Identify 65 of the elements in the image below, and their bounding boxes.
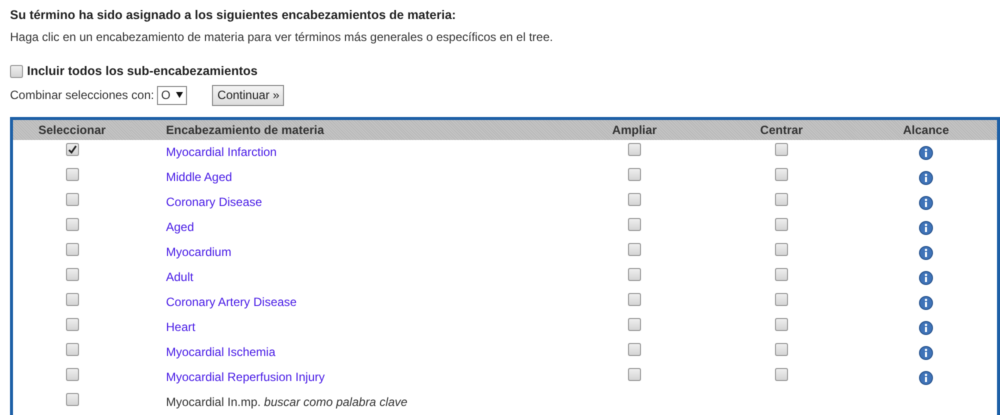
info-icon[interactable] [919,370,933,385]
subject-link[interactable]: Myocardial Reperfusion Injury [166,370,325,384]
checkbox[interactable] [775,343,788,356]
subject-link[interactable]: Myocardium [166,245,232,259]
checkbox[interactable] [628,368,641,382]
subject-link[interactable]: Middle Aged [166,170,232,184]
subject-link[interactable]: Myocardial Ischemia [166,345,276,359]
checkbox[interactable] [775,218,788,232]
info-icon[interactable] [919,246,933,260]
checkbox[interactable] [628,218,641,232]
checkbox[interactable] [66,243,78,256]
checkbox[interactable] [775,268,788,282]
info-icon[interactable] [919,146,933,160]
checkbox[interactable] [628,268,641,282]
checkbox[interactable] [66,393,78,406]
instruction-text: Haga clic en un encabezamiento de materia para ver términos más generales o específicos en el tree. [10,28,554,46]
column-header: Alcance [902,122,950,136]
checkbox[interactable] [628,243,641,256]
checkbox[interactable] [66,318,78,332]
checkbox[interactable] [66,218,78,232]
continue-button[interactable]: Continuar » [212,84,284,106]
subject-link[interactable]: Heart [166,320,196,334]
subject-link[interactable]: Aged [166,220,194,234]
checkbox[interactable] [66,168,78,182]
combine-label: Combinar selecciones con: [10,87,154,104]
checkbox[interactable] [66,193,78,206]
info-icon[interactable] [919,270,933,285]
checkbox[interactable] [775,243,788,256]
checkbox[interactable] [66,343,78,356]
checkbox[interactable] [775,368,788,382]
checkbox[interactable] [628,343,641,356]
subject-link[interactable]: Coronary Disease [166,195,262,209]
info-icon[interactable] [919,296,933,310]
caret-icon [176,92,184,98]
checkbox[interactable] [775,143,788,156]
checkbox[interactable] [66,293,78,306]
column-header: Encabezamiento de materia [166,122,324,136]
subject-link[interactable]: Adult [166,270,194,284]
info-icon[interactable] [919,220,933,235]
info-icon[interactable] [919,320,933,335]
heading-text: Su término ha sido asignado a los siguientes encabezamientos de materia: [10,7,457,24]
column-header: Ampliar [612,122,657,136]
checkbox[interactable] [10,64,23,78]
subject-link[interactable]: Myocardial Infarction [166,145,277,159]
keyword-search-text: Myocardial In.mp. buscar como palabra clave [166,395,408,409]
checkbox[interactable] [775,193,788,206]
checkbox[interactable] [628,293,641,306]
checkbox[interactable] [628,193,641,206]
checkbox-label: Incluir todos los sub-encabezamientos [27,62,258,80]
combine-dropdown[interactable]: O [157,86,188,104]
column-header: Centrar [760,122,803,136]
info-icon[interactable] [919,196,933,210]
checkbox[interactable] [66,268,78,282]
checkbox[interactable] [628,318,641,332]
checkbox[interactable] [775,318,788,332]
info-icon[interactable] [919,346,933,360]
subject-link[interactable]: Coronary Artery Disease [166,295,297,309]
checkbox[interactable] [628,168,641,182]
checkbox[interactable] [628,143,641,156]
checkbox[interactable] [775,168,788,182]
info-icon[interactable] [919,170,933,185]
checkbox[interactable] [775,293,788,306]
checkbox[interactable] [66,143,78,156]
column-header: Seleccionar [38,122,106,136]
checkbox[interactable] [66,368,78,382]
